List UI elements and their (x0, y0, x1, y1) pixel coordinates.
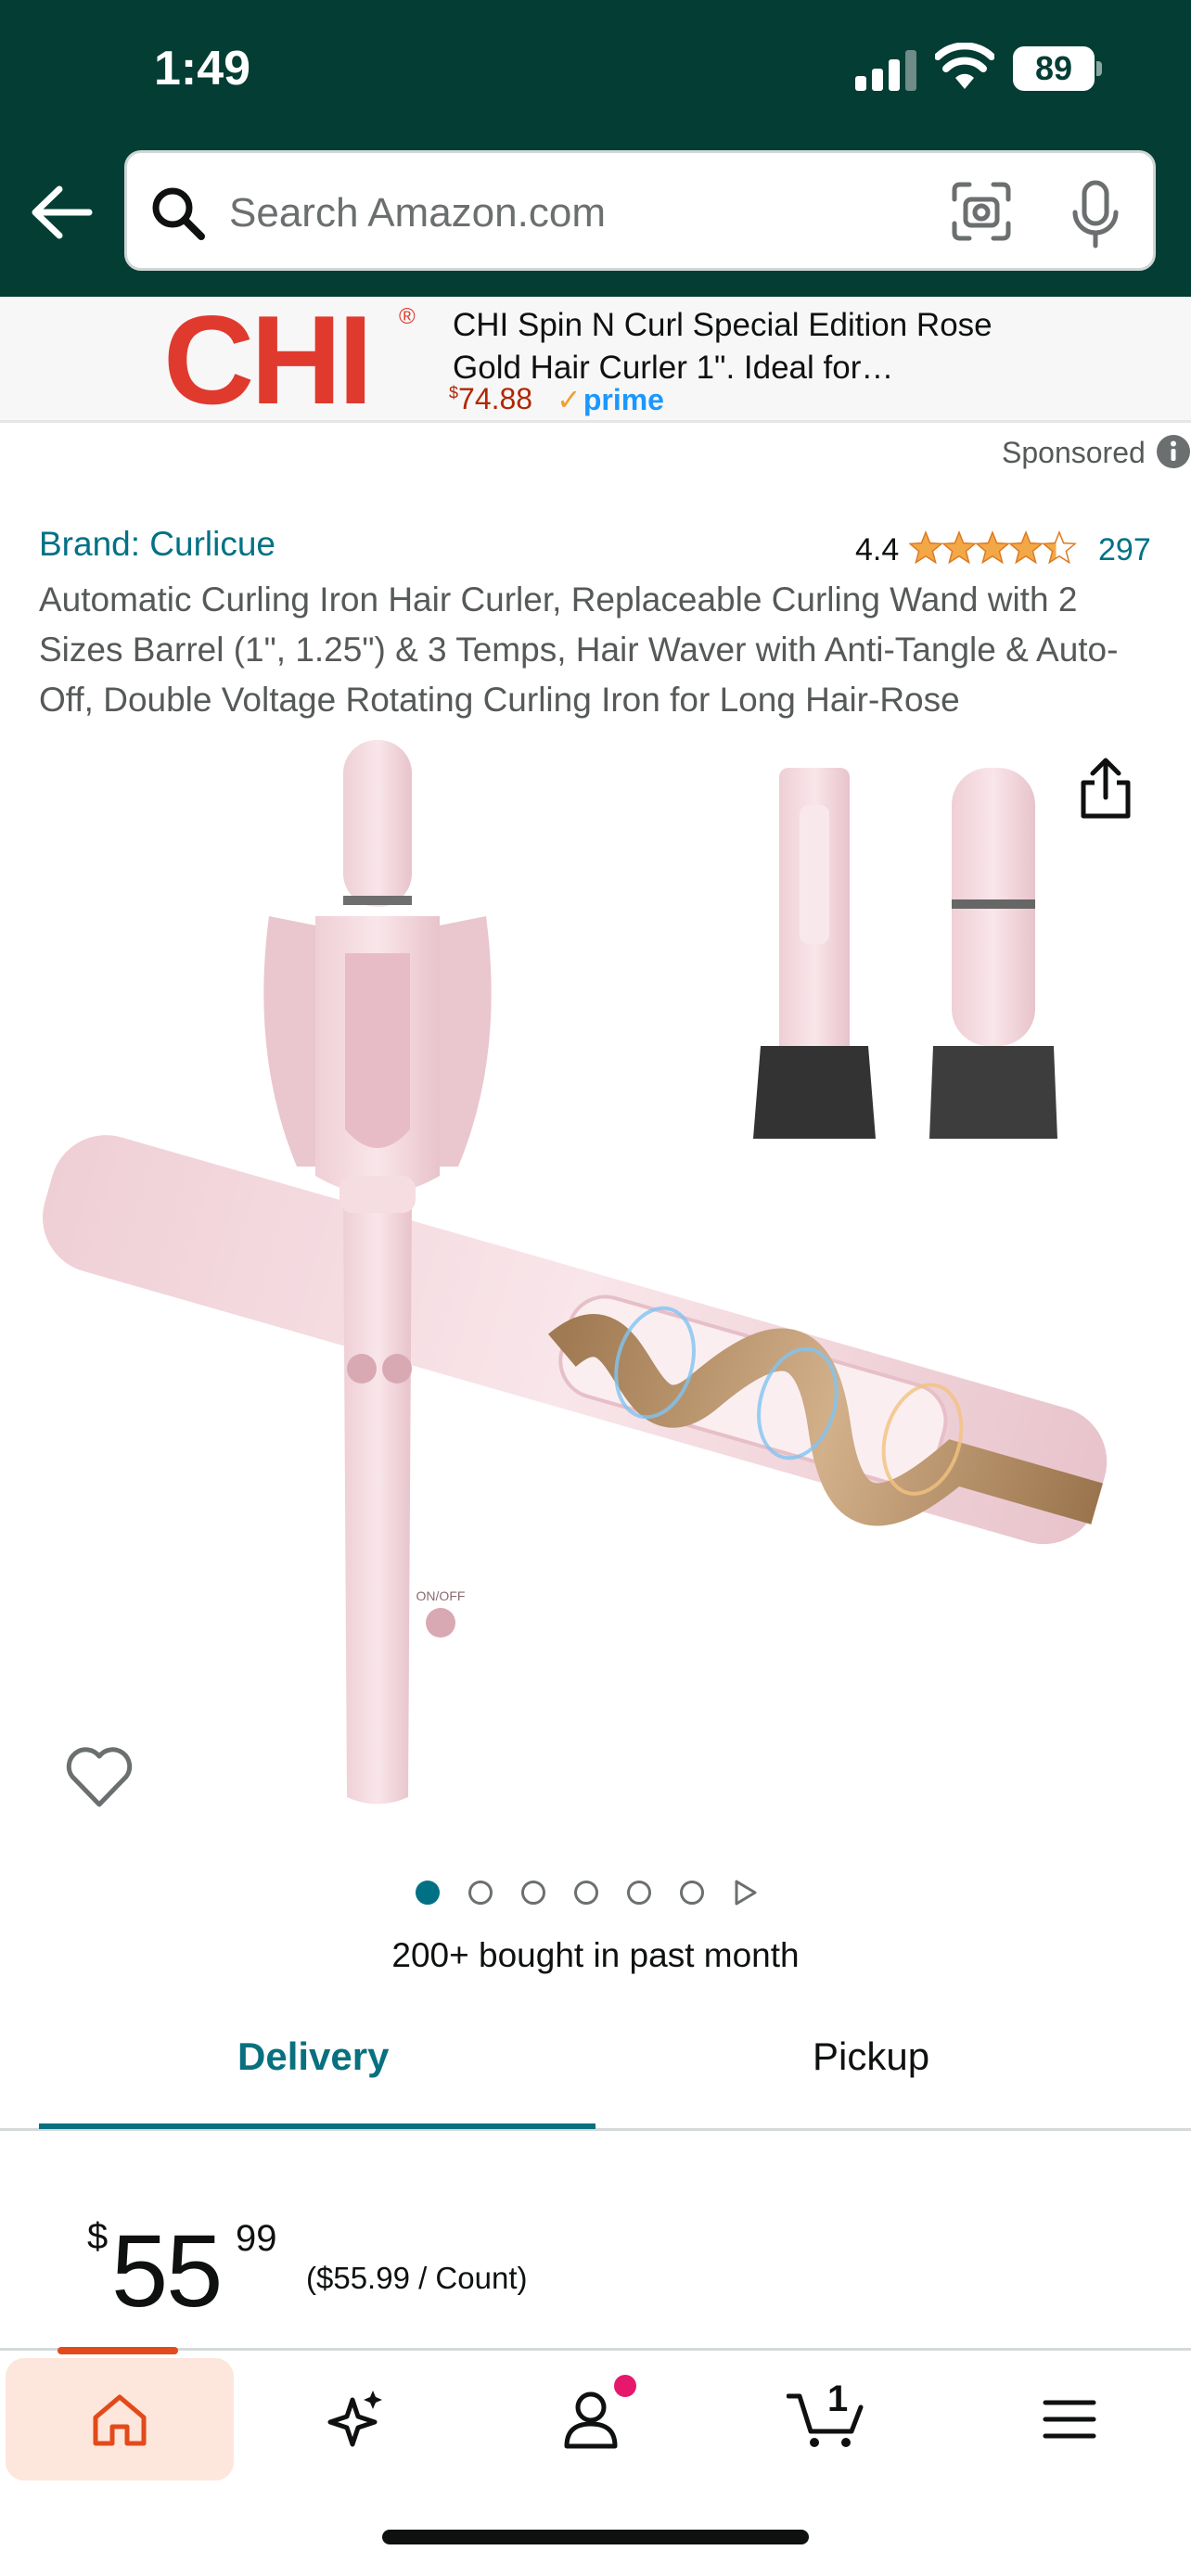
carousel-dot[interactable] (416, 1881, 440, 1905)
cart-icon (787, 2393, 864, 2447)
rating-stars-icon[interactable] (909, 529, 1078, 566)
menu-icon (1043, 2400, 1096, 2439)
ad-product-title[interactable]: CHI Spin N Curl Special Edition Rose Gol… (453, 304, 1009, 389)
price-fraction: 99 (236, 2218, 277, 2259)
rating-count-link[interactable]: 297 (1098, 532, 1151, 568)
tab-delivery[interactable]: Delivery (237, 2034, 389, 2079)
product-title: Automatic Curling Iron Hair Curler, Repl… (39, 580, 1119, 719)
carousel-dot[interactable] (574, 1881, 598, 1905)
on-off-label: ON/OFF (416, 1588, 466, 1603)
ad-price: $74.88 (449, 382, 533, 415)
app-header: 1:49 89 (0, 0, 1191, 297)
brand-link[interactable]: Brand: Curlicue (39, 525, 275, 564)
rating-value: 4.4 (855, 532, 900, 567)
home-icon (93, 2394, 147, 2446)
wishlist-heart-icon[interactable] (65, 1745, 134, 1810)
fulfillment-tabs: Delivery Pickup (0, 2021, 1191, 2131)
status-time: 1:49 (154, 42, 251, 96)
notification-dot (614, 2375, 636, 2397)
carousel-dot[interactable] (627, 1881, 651, 1905)
wifi-icon (935, 43, 994, 89)
prime-badge: ✓prime (557, 383, 664, 416)
nav-cart[interactable]: 1 (712, 2358, 941, 2480)
battery-indicator: 89 (1013, 46, 1102, 91)
search-input[interactable] (229, 181, 990, 246)
account-icon (564, 2391, 618, 2449)
search-bar[interactable] (124, 150, 1156, 271)
carousel-dot[interactable] (680, 1881, 704, 1905)
cart-count: 1 (827, 2378, 849, 2419)
sponsored-ad-banner[interactable]: CHI ® CHI Spin N Curl Special Edition Ro… (0, 297, 1191, 423)
microphone-icon[interactable] (1069, 179, 1121, 249)
nav-menu[interactable] (955, 2358, 1184, 2480)
home-active-indicator (58, 2347, 178, 2354)
info-icon[interactable] (1156, 434, 1191, 469)
share-icon[interactable] (1076, 757, 1135, 822)
search-icon (152, 187, 205, 240)
nav-home[interactable] (6, 2347, 234, 2480)
sparkle-icon (327, 2391, 382, 2447)
video-play-icon[interactable] (731, 1879, 759, 1906)
home-indicator (382, 2530, 809, 2544)
tab-pickup[interactable]: Pickup (813, 2034, 929, 2079)
nav-rufus-ai[interactable] (241, 2358, 469, 2480)
price-symbol: $ (87, 2216, 109, 2257)
back-arrow-icon[interactable] (28, 178, 96, 247)
nav-account[interactable] (477, 2358, 705, 2480)
price-whole: 55 (111, 2214, 223, 2328)
chi-logo: CHI (163, 289, 373, 430)
image-carousel-dots[interactable] (416, 1877, 787, 1906)
sponsored-label: Sponsored (1002, 436, 1146, 469)
product-image[interactable]: ON/OFF (37, 731, 1150, 1825)
bought-count-text: 200+ bought in past month (391, 1936, 800, 1974)
battery-level: 89 (1013, 46, 1095, 91)
registered-mark: ® (399, 304, 416, 329)
camera-scan-icon[interactable] (949, 179, 1014, 244)
carousel-dot[interactable] (521, 1881, 545, 1905)
cellular-signal-icon (855, 50, 916, 91)
active-tab-indicator (39, 2123, 596, 2129)
price-per-unit: ($55.99 / Count) (306, 2261, 528, 2295)
carousel-dot[interactable] (468, 1881, 493, 1905)
